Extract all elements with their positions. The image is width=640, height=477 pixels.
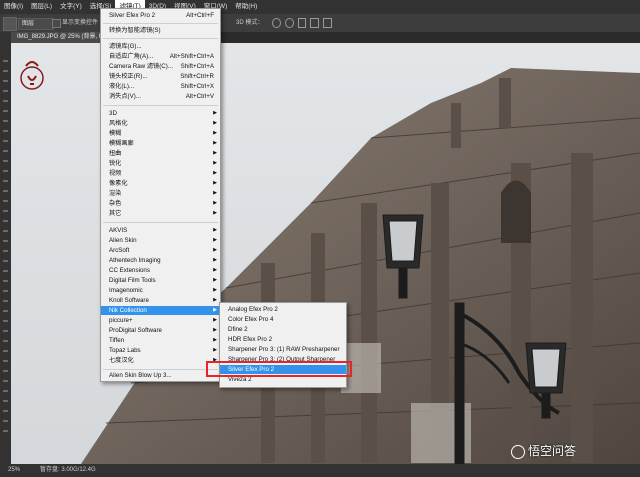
submenu-arrow-icon: ▶	[213, 277, 217, 283]
menu-item-qidu-localization[interactable]: 七度汉化 ▶	[101, 356, 220, 365]
show-transform-label: 显示变换控件	[62, 20, 99, 26]
menu-item-topaz-labs[interactable]: Topaz Labs ▶	[101, 346, 220, 355]
menu-item-arcsoft[interactable]: ArcSoft ▶	[101, 246, 220, 255]
menu-item-knoll-software[interactable]: Knoll Software ▶	[101, 296, 220, 305]
submenu-arrow-icon: ▶	[213, 227, 217, 233]
slide-3d-icon[interactable]	[310, 18, 320, 28]
submenu-arrow-icon: ▶	[213, 130, 217, 136]
submenu-item-dfine[interactable]: Dfine 2	[220, 325, 346, 334]
document-size: 暂存盘: 3.00G/12.4G	[40, 467, 96, 473]
roll-3d-icon[interactable]	[284, 18, 294, 28]
menu-item-lens-correction[interactable]: 镜头校正(R)... Shift+Ctrl+R	[101, 72, 220, 81]
watermark-text: 悟空问答	[528, 444, 577, 458]
menu-type[interactable]: 文字(Y)	[56, 0, 86, 14]
menu-item-blur-gallery[interactable]: 模糊画廊 ▶	[101, 139, 220, 148]
submenu-arrow-icon: ▶	[213, 327, 217, 333]
menu-item-distort[interactable]: 扭曲 ▶	[101, 149, 220, 158]
menu-item-other[interactable]: 其它 ▶	[101, 209, 220, 218]
menu-item-alien-skin[interactable]: Alien Skin ▶	[101, 236, 220, 245]
drag-3d-icon[interactable]	[297, 18, 307, 28]
submenu-arrow-icon: ▶	[213, 307, 217, 313]
submenu-arrow-icon: ▶	[213, 190, 217, 196]
annotation-highlight-box	[206, 361, 352, 377]
submenu-arrow-icon: ▶	[213, 200, 217, 206]
submenu-arrow-icon: ▶	[213, 247, 217, 253]
menu-item-athentech[interactable]: Athentech Imaging ▶	[101, 256, 220, 265]
menu-item-cc-extensions[interactable]: CC Extensions ▶	[101, 266, 220, 275]
menu-item-render[interactable]: 渲染 ▶	[101, 189, 220, 198]
menu-item-akvis[interactable]: AKVIS ▶	[101, 226, 220, 235]
menu-item-sharpen[interactable]: 锐化 ▶	[101, 159, 220, 168]
tool-icons[interactable]	[3, 52, 8, 432]
menu-item-nik-collection[interactable]: Nik Collection ▶	[101, 306, 220, 315]
menu-item-liquify[interactable]: 液化(L)... Shift+Ctrl+X	[101, 82, 220, 91]
menu-bar: 图像(I) 图层(L) 文字(Y) 选择(S) 滤镜(T) 3D(D) 视图(V…	[0, 0, 640, 14]
submenu-item-analog-efex[interactable]: Analog Efex Pro 2	[220, 305, 346, 314]
menu-image[interactable]: 图像(I)	[0, 0, 27, 14]
menu-item-tiffen[interactable]: Tiffen ▶	[101, 336, 220, 345]
submenu-item-color-efex[interactable]: Color Efex Pro 4	[220, 315, 346, 324]
menu-layer[interactable]: 图层(L)	[27, 0, 56, 14]
menu-item-video[interactable]: 视频 ▶	[101, 169, 220, 178]
submenu-arrow-icon: ▶	[213, 237, 217, 243]
submenu-arrow-icon: ▶	[213, 287, 217, 293]
submenu-arrow-icon: ▶	[213, 110, 217, 116]
menu-item-filter-gallery[interactable]: 滤镜库(G)...	[101, 42, 220, 51]
layer-select[interactable]: 图层	[18, 18, 54, 30]
menu-item-noise[interactable]: 杂色 ▶	[101, 199, 220, 208]
menu-item-imagenomic[interactable]: Imagenomic ▶	[101, 286, 220, 295]
photographer-logo	[20, 56, 44, 96]
menu-item-vanishing-point[interactable]: 消失点(V)... Alt+Ctrl+V	[101, 92, 220, 101]
submenu-arrow-icon: ▶	[213, 180, 217, 186]
menu-help[interactable]: 帮助(H)	[231, 0, 261, 14]
submenu-item-hdr-efex[interactable]: HDR Efex Pro 2	[220, 335, 346, 344]
menu-item-stylize[interactable]: 风格化 ▶	[101, 119, 220, 128]
submenu-arrow-icon: ▶	[213, 170, 217, 176]
menu-item-adaptive-wide-angle[interactable]: 自适应广角(A)... Alt+Shift+Ctrl+A	[101, 52, 220, 61]
submenu-arrow-icon: ▶	[213, 257, 217, 263]
submenu-arrow-icon: ▶	[213, 317, 217, 323]
submenu-arrow-icon: ▶	[213, 297, 217, 303]
menu-item-camera-raw[interactable]: Camera Raw 滤镜(C)... Shift+Ctrl+A	[101, 62, 220, 71]
watermark: 悟空问答	[511, 442, 576, 459]
3d-mode-label: 3D 模式：	[236, 20, 264, 26]
scale-3d-icon[interactable]	[323, 18, 332, 28]
submenu-arrow-icon: ▶	[213, 160, 217, 166]
menu-item-blur[interactable]: 模糊 ▶	[101, 129, 220, 138]
submenu-arrow-icon: ▶	[213, 337, 217, 343]
submenu-arrow-icon: ▶	[213, 210, 217, 216]
menu-item-last-filter[interactable]: Silver Efex Pro 2 Alt+Ctrl+F	[101, 11, 220, 20]
submenu-item-raw-presharpener[interactable]: Sharpener Pro 3: (1) RAW Presharpener	[220, 345, 346, 354]
3d-mode-tools	[272, 18, 332, 28]
filter-menu: Silver Efex Pro 2 Alt+Ctrl+F 转换为智能滤镜(S) 滤…	[100, 8, 221, 382]
zoom-level[interactable]: 25%	[8, 464, 20, 477]
menu-item-convert-smart-filter[interactable]: 转换为智能滤镜(S)	[101, 26, 220, 35]
move-tool-icon[interactable]	[3, 17, 17, 31]
menu-item-pixelate[interactable]: 像素化 ▶	[101, 179, 220, 188]
menu-item-digital-film-tools[interactable]: Digital Film Tools ▶	[101, 276, 220, 285]
submenu-arrow-icon: ▶	[213, 140, 217, 146]
submenu-arrow-icon: ▶	[213, 120, 217, 126]
submenu-arrow-icon: ▶	[213, 347, 217, 353]
menu-item-piccure[interactable]: piccure+ ▶	[101, 316, 220, 325]
show-transform-checkbox[interactable]	[52, 19, 61, 28]
rotate-3d-icon[interactable]	[272, 18, 281, 28]
submenu-arrow-icon: ▶	[213, 150, 217, 156]
status-bar: 25% 暂存盘: 3.00G/12.4G	[0, 464, 640, 477]
menu-item-3d[interactable]: 3D ▶	[101, 109, 220, 118]
menu-item-prodigital[interactable]: ProDigital Software ▶	[101, 326, 220, 335]
menu-item-blow-up[interactable]: Alien Skin Blow Up 3...	[101, 371, 220, 380]
wukong-logo-icon	[511, 444, 525, 459]
submenu-arrow-icon: ▶	[213, 267, 217, 273]
